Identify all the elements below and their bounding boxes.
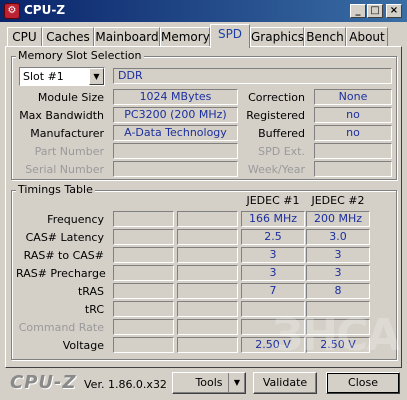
version-text: Ver. 1.86.0.x32 <box>84 378 167 391</box>
watermark-logo: ЗНСА <box>272 310 400 361</box>
timings-cell: 2.5 <box>241 229 305 245</box>
memory-slot-group-title: Memory Slot Selection <box>16 49 144 62</box>
slot-dropdown[interactable]: Slot #1 ▼ <box>19 67 105 86</box>
serial-number-label: Serial Number <box>25 163 104 176</box>
tab-caches[interactable]: Caches <box>42 27 94 47</box>
tab-about[interactable]: About <box>346 27 388 47</box>
tab-memory[interactable]: Memory <box>160 27 210 47</box>
timings-cell: 3 <box>306 265 370 281</box>
tab-spd[interactable]: SPD <box>210 24 250 48</box>
manufacturer-label: Manufacturer <box>30 127 104 140</box>
part-number-label: Part Number <box>34 145 104 158</box>
timings-cell <box>177 229 238 245</box>
timings-header-jedec2: JEDEC #2 <box>311 194 365 207</box>
timings-cell <box>177 301 238 317</box>
buffered-field: no <box>314 125 392 141</box>
timings-row-label: CAS# Latency <box>25 231 104 244</box>
timings-cell: 200 MHz <box>306 211 370 227</box>
timings-cell: 3.0 <box>306 229 370 245</box>
correction-field: None <box>314 89 392 105</box>
cpuz-logo: CPU-Z <box>10 372 77 393</box>
timings-cell <box>177 337 238 353</box>
timings-group-title: Timings Table <box>16 183 95 196</box>
close-window-button[interactable]: × <box>386 4 402 18</box>
timings-cell <box>113 211 174 227</box>
timings-cell <box>113 229 174 245</box>
chevron-down-icon[interactable]: ▼ <box>228 373 245 393</box>
timings-cell: 3 <box>241 265 305 281</box>
timings-cell: 3 <box>241 247 305 263</box>
module-size-field: 1024 MBytes <box>113 89 238 105</box>
minimize-button[interactable]: _ <box>350 4 366 18</box>
timings-cell <box>177 265 238 281</box>
timings-cell <box>177 247 238 263</box>
max-bandwidth-label: Max Bandwidth <box>19 109 104 122</box>
timings-cell <box>177 283 238 299</box>
validate-button[interactable]: Validate <box>253 372 317 394</box>
timings-row-label: Voltage <box>62 339 104 352</box>
week-year-label: Week/Year <box>247 163 305 176</box>
timings-row-label: Command Rate <box>18 321 104 334</box>
cpuz-app-icon: ⚙ <box>4 3 20 19</box>
max-bandwidth-field: PC3200 (200 MHz) <box>113 107 238 123</box>
tab-mainboard[interactable]: Mainboard <box>94 27 160 47</box>
timings-row-label: tRC <box>84 303 104 316</box>
timings-cell <box>113 319 174 335</box>
week-year-field <box>314 161 392 177</box>
registered-label: Registered <box>246 109 305 122</box>
timings-cell: 7 <box>241 283 305 299</box>
slot-dropdown-value: Slot #1 <box>23 70 64 83</box>
buffered-label: Buffered <box>258 127 305 140</box>
module-size-label: Module Size <box>37 91 104 104</box>
correction-label: Correction <box>248 91 305 104</box>
timings-row-label: RAS# Precharge <box>16 267 106 280</box>
timings-cell <box>113 283 174 299</box>
registered-field: no <box>314 107 392 123</box>
serial-number-field <box>113 161 238 177</box>
title-bar[interactable]: ⚙ CPU-Z _ □ × <box>0 0 407 22</box>
tab-graphics[interactable]: Graphics <box>250 27 304 47</box>
window-title: CPU-Z <box>24 3 66 17</box>
timings-header-jedec1: JEDEC #1 <box>246 194 300 207</box>
close-button[interactable]: Close <box>326 372 400 394</box>
spd-ext-field <box>314 143 392 159</box>
timings-cell <box>113 247 174 263</box>
memory-type-field: DDR <box>113 68 392 84</box>
timings-cell <box>177 211 238 227</box>
timings-cell: 3 <box>306 247 370 263</box>
timings-cell <box>113 265 174 281</box>
spd-ext-label: SPD Ext. <box>258 145 305 158</box>
manufacturer-field: A-Data Technology <box>113 125 238 141</box>
timings-cell: 8 <box>306 283 370 299</box>
tools-button-label: Tools <box>195 376 223 389</box>
timings-row-label: tRAS <box>77 285 104 298</box>
timings-cell <box>113 337 174 353</box>
timings-cell <box>177 319 238 335</box>
tools-button[interactable]: Tools ▼ <box>172 372 246 394</box>
timings-cell: 166 MHz <box>241 211 305 227</box>
chevron-down-icon[interactable]: ▼ <box>89 68 104 85</box>
timings-cell <box>113 301 174 317</box>
tab-cpu[interactable]: CPU <box>7 27 42 47</box>
timings-row-label: RAS# to CAS# <box>23 249 104 262</box>
timings-row-label: Frequency <box>47 213 104 226</box>
part-number-field <box>113 143 238 159</box>
maximize-button[interactable]: □ <box>367 4 383 18</box>
tab-bench[interactable]: Bench <box>304 27 346 47</box>
